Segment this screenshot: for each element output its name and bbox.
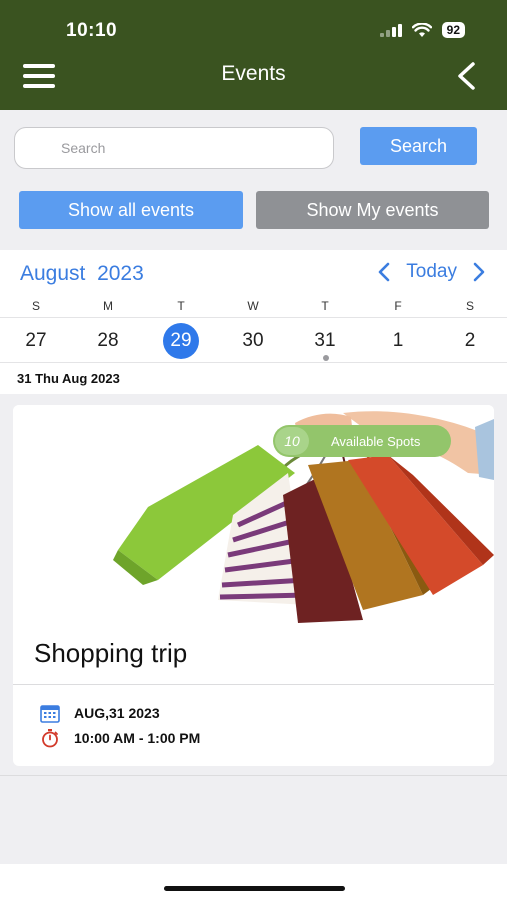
calendar-day[interactable]: 2 bbox=[452, 323, 488, 359]
search-button[interactable]: Search bbox=[360, 127, 477, 165]
calendar-day[interactable]: 27 bbox=[18, 323, 54, 359]
event-image: 10 Available Spots bbox=[13, 405, 494, 627]
cellular-signal-icon bbox=[379, 23, 402, 37]
wifi-icon bbox=[411, 22, 432, 37]
weekday-header-row: S M T W T F S bbox=[0, 299, 507, 315]
weekday-label: S bbox=[465, 299, 474, 313]
calendar-day[interactable]: 30 bbox=[235, 323, 271, 359]
home-indicator[interactable] bbox=[164, 886, 345, 891]
available-spots-label: Available Spots bbox=[331, 433, 421, 449]
stopwatch-icon bbox=[42, 729, 58, 748]
app-header: 10:10 92 Events bbox=[0, 0, 507, 110]
bottom-safe-area bbox=[0, 864, 507, 900]
today-button[interactable]: Today bbox=[406, 261, 457, 283]
list-divider bbox=[0, 775, 507, 776]
event-time: 10:00 AM - 1:00 PM bbox=[74, 730, 201, 746]
event-date: AUG,31 2023 bbox=[74, 705, 160, 721]
next-week-icon[interactable] bbox=[471, 260, 487, 284]
calendar-month-label: August 2023 bbox=[20, 262, 144, 286]
event-date-row: AUG,31 2023 bbox=[40, 703, 160, 723]
show-my-events-button[interactable]: Show My events bbox=[256, 191, 489, 229]
calendar-day[interactable]: 31 bbox=[307, 323, 343, 359]
event-title: Shopping trip bbox=[34, 638, 188, 668]
calendar-nav: Today bbox=[376, 260, 487, 284]
week-calendar: August 2023 Today S M T W T F S 27 28 29… bbox=[0, 250, 507, 364]
calendar-month: August bbox=[20, 262, 86, 285]
calendar-day[interactable]: 1 bbox=[380, 323, 416, 359]
card-divider bbox=[13, 684, 494, 685]
show-all-events-button[interactable]: Show all events bbox=[19, 191, 243, 229]
calendar-year: 2023 bbox=[97, 262, 144, 285]
event-marker-dot bbox=[323, 355, 329, 361]
search-input[interactable] bbox=[14, 127, 334, 169]
available-spots-badge: 10 Available Spots bbox=[273, 425, 451, 457]
weekday-label: T bbox=[177, 299, 185, 313]
date-row: 27 28 29 30 31 1 2 bbox=[0, 317, 507, 363]
previous-week-icon[interactable] bbox=[376, 260, 392, 284]
weekday-label: M bbox=[103, 299, 113, 313]
event-card[interactable]: 10 Available Spots Shopping trip AUG,31 … bbox=[13, 405, 494, 766]
weekday-label: F bbox=[394, 299, 402, 313]
calendar-day[interactable]: 28 bbox=[90, 323, 126, 359]
event-time-row: 10:00 AM - 1:00 PM bbox=[40, 728, 200, 748]
status-icons: 92 bbox=[379, 22, 465, 38]
battery-icon: 92 bbox=[441, 22, 465, 38]
calendar-day-selected[interactable]: 29 bbox=[163, 323, 199, 359]
weekday-label: S bbox=[31, 299, 40, 313]
day-section-header: 31 Thu Aug 2023 bbox=[0, 364, 507, 394]
available-spots-count: 10 bbox=[275, 427, 309, 455]
status-time: 10:10 bbox=[66, 20, 118, 41]
calendar-icon bbox=[40, 705, 60, 723]
weekday-label: T bbox=[321, 299, 329, 313]
back-chevron-icon[interactable] bbox=[453, 60, 479, 92]
weekday-label: W bbox=[247, 299, 259, 313]
page-title: Events bbox=[221, 62, 286, 85]
